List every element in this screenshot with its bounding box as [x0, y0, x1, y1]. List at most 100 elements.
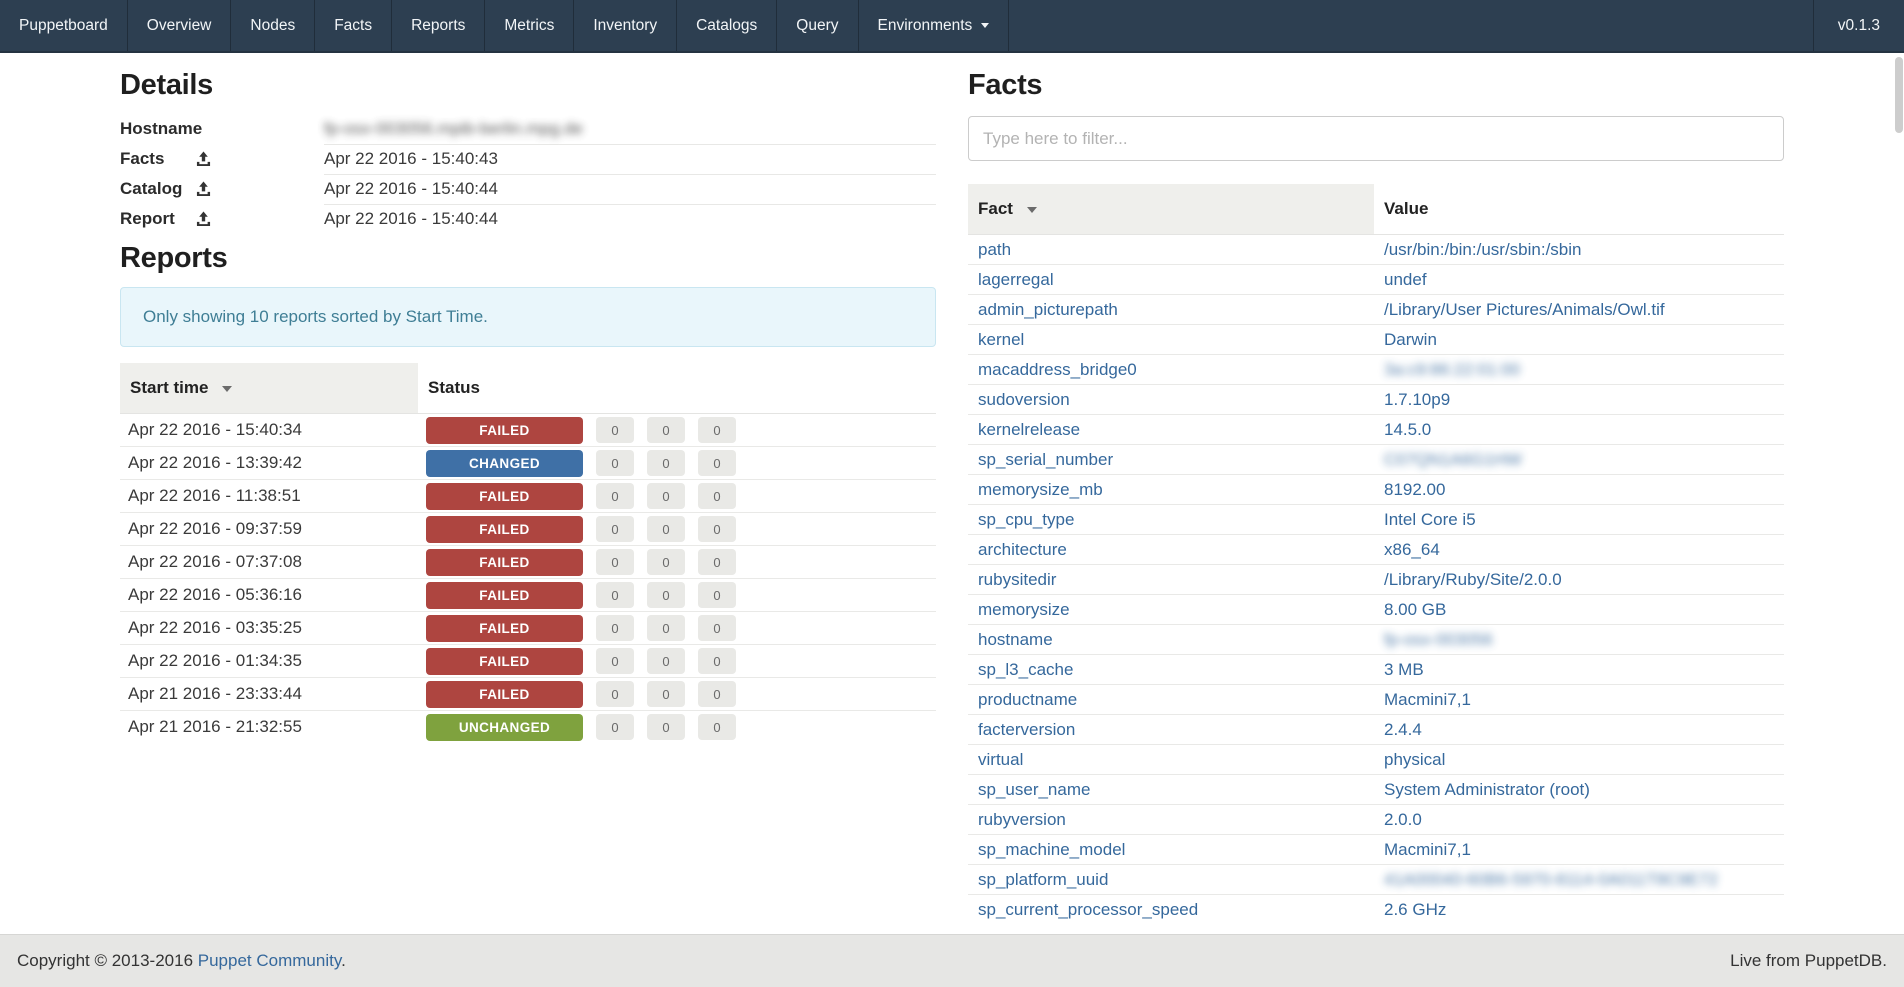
- report-start-time[interactable]: Apr 21 2016 - 21:32:55: [120, 711, 418, 744]
- fact-value: Darwin: [1384, 330, 1437, 349]
- fact-name-link[interactable]: sudoversion: [978, 390, 1070, 409]
- fact-name-link[interactable]: hostname: [978, 630, 1053, 649]
- metric-counter: 0: [698, 714, 736, 740]
- scrollbar[interactable]: [1894, 55, 1904, 933]
- metric-counter: 0: [596, 648, 634, 674]
- upload-icon[interactable]: [196, 211, 211, 227]
- fact-name-link[interactable]: sp_cpu_type: [978, 510, 1074, 529]
- puppet-community-link[interactable]: Puppet Community: [198, 951, 341, 970]
- report-row: Apr 22 2016 - 11:38:51FAILED000: [120, 480, 936, 513]
- details-row: ReportApr 22 2016 - 15:40:44: [120, 204, 936, 234]
- fact-row: admin_picturepath/Library/User Pictures/…: [968, 295, 1784, 325]
- status-badge[interactable]: FAILED: [426, 648, 583, 675]
- reports-header-row: Start time Status: [120, 363, 936, 414]
- fact-row: sp_machine_modelMacmini7,1: [968, 835, 1784, 865]
- fact-name-link[interactable]: virtual: [978, 750, 1023, 769]
- facts-header-row: Fact Value: [968, 184, 1784, 235]
- fact-name-link[interactable]: sp_l3_cache: [978, 660, 1073, 679]
- navbar-brand[interactable]: Puppetboard: [0, 0, 128, 51]
- facts-column-value[interactable]: Value: [1374, 184, 1784, 235]
- scrollbar-thumb[interactable]: [1895, 57, 1903, 133]
- nav-item-metrics[interactable]: Metrics: [485, 0, 574, 51]
- status-badge[interactable]: FAILED: [426, 582, 583, 609]
- sort-desc-icon: [1027, 207, 1037, 213]
- status-badge[interactable]: FAILED: [426, 681, 583, 708]
- nav-item-query[interactable]: Query: [777, 0, 858, 51]
- nav-item-environments[interactable]: Environments: [859, 0, 1010, 51]
- fact-name-link[interactable]: productname: [978, 690, 1077, 709]
- fact-name-link[interactable]: rubysitedir: [978, 570, 1056, 589]
- fact-name-link[interactable]: memorysize_mb: [978, 480, 1103, 499]
- fact-name-link[interactable]: sp_serial_number: [978, 450, 1113, 469]
- nav-item-nodes[interactable]: Nodes: [231, 0, 315, 51]
- status-badge[interactable]: CHANGED: [426, 450, 583, 477]
- nav-item-catalogs[interactable]: Catalogs: [677, 0, 777, 51]
- upload-icon[interactable]: [196, 181, 211, 197]
- fact-name-link[interactable]: path: [978, 240, 1011, 259]
- metric-counter: 0: [647, 516, 685, 542]
- nav-item-facts[interactable]: Facts: [315, 0, 392, 51]
- fact-row: kernelrelease14.5.0: [968, 415, 1784, 445]
- facts-column-fact[interactable]: Fact: [968, 184, 1374, 235]
- report-row: Apr 22 2016 - 05:36:16FAILED000: [120, 579, 936, 612]
- report-start-time[interactable]: Apr 22 2016 - 05:36:16: [120, 579, 418, 612]
- fact-row: rubyversion2.0.0: [968, 805, 1784, 835]
- details-row: Facts Apr 22 2016 - 15:40:43: [120, 144, 936, 174]
- report-status-cell: FAILED000: [418, 579, 936, 612]
- reports-table: Start time Status Apr 22 2016 - 15:40:34…: [120, 363, 936, 744]
- fact-value: System Administrator (root): [1384, 780, 1590, 799]
- report-status-cell: FAILED000: [418, 480, 936, 513]
- fact-value: 8192.00: [1384, 480, 1445, 499]
- nav-item-overview[interactable]: Overview: [128, 0, 232, 51]
- details-value: Apr 22 2016 - 15:40:43: [324, 144, 936, 174]
- fact-name-link[interactable]: memorysize: [978, 600, 1070, 619]
- fact-name-link[interactable]: facterversion: [978, 720, 1075, 739]
- upload-icon[interactable]: [196, 151, 211, 167]
- metric-counter: 0: [698, 450, 736, 476]
- fact-row: sp_serial_number C07QN1A6G1HW: [968, 445, 1784, 475]
- metric-counter: 0: [596, 516, 634, 542]
- metric-counter: 0: [698, 615, 736, 641]
- fact-name-link[interactable]: architecture: [978, 540, 1067, 559]
- fact-row: architecturex86_64: [968, 535, 1784, 565]
- fact-name-link[interactable]: kernel: [978, 330, 1024, 349]
- report-start-time[interactable]: Apr 22 2016 - 15:40:34: [120, 414, 418, 447]
- details-value: Apr 22 2016 - 15:40:44: [324, 204, 936, 234]
- fact-value: C07QN1A6G1HW: [1384, 450, 1522, 469]
- fact-row: sp_l3_cache3 MB: [968, 655, 1784, 685]
- report-start-time[interactable]: Apr 22 2016 - 01:34:35: [120, 645, 418, 678]
- metric-counter: 0: [647, 714, 685, 740]
- report-start-time[interactable]: Apr 22 2016 - 07:37:08: [120, 546, 418, 579]
- metric-counter: 0: [596, 549, 634, 575]
- status-badge[interactable]: FAILED: [426, 417, 583, 444]
- reports-column-start-time[interactable]: Start time: [120, 363, 418, 414]
- reports-column-status[interactable]: Status: [418, 363, 936, 414]
- fact-name-link[interactable]: admin_picturepath: [978, 300, 1118, 319]
- report-start-time[interactable]: Apr 22 2016 - 03:35:25: [120, 612, 418, 645]
- fact-row: hostnamefp-osx-003056: [968, 625, 1784, 655]
- nav-item-inventory[interactable]: Inventory: [574, 0, 677, 51]
- details-label: Facts: [120, 149, 164, 168]
- fact-name-link[interactable]: sp_current_processor_speed: [978, 900, 1198, 919]
- status-badge[interactable]: FAILED: [426, 615, 583, 642]
- fact-name-link[interactable]: lagerregal: [978, 270, 1054, 289]
- status-badge[interactable]: FAILED: [426, 483, 583, 510]
- report-start-time[interactable]: Apr 22 2016 - 13:39:42: [120, 447, 418, 480]
- report-start-time[interactable]: Apr 22 2016 - 11:38:51: [120, 480, 418, 513]
- fact-name-link[interactable]: rubyversion: [978, 810, 1066, 829]
- status-badge[interactable]: FAILED: [426, 549, 583, 576]
- fact-name-link[interactable]: sp_machine_model: [978, 840, 1125, 859]
- status-badge[interactable]: FAILED: [426, 516, 583, 543]
- report-start-time[interactable]: Apr 21 2016 - 23:33:44: [120, 678, 418, 711]
- details-value: fp-osx-003056.mpib-berlin.mpg.de: [324, 114, 936, 144]
- status-badge[interactable]: UNCHANGED: [426, 714, 583, 741]
- fact-value: 3a:c9:86:22:01:00: [1384, 360, 1520, 379]
- fact-value: /usr/bin:/bin:/usr/sbin:/sbin: [1384, 240, 1581, 259]
- facts-filter-input[interactable]: [968, 116, 1784, 161]
- fact-name-link[interactable]: sp_platform_uuid: [978, 870, 1108, 889]
- report-start-time[interactable]: Apr 22 2016 - 09:37:59: [120, 513, 418, 546]
- nav-item-reports[interactable]: Reports: [392, 0, 485, 51]
- fact-name-link[interactable]: sp_user_name: [978, 780, 1090, 799]
- fact-name-link[interactable]: kernelrelease: [978, 420, 1080, 439]
- fact-name-link[interactable]: macaddress_bridge0: [978, 360, 1137, 379]
